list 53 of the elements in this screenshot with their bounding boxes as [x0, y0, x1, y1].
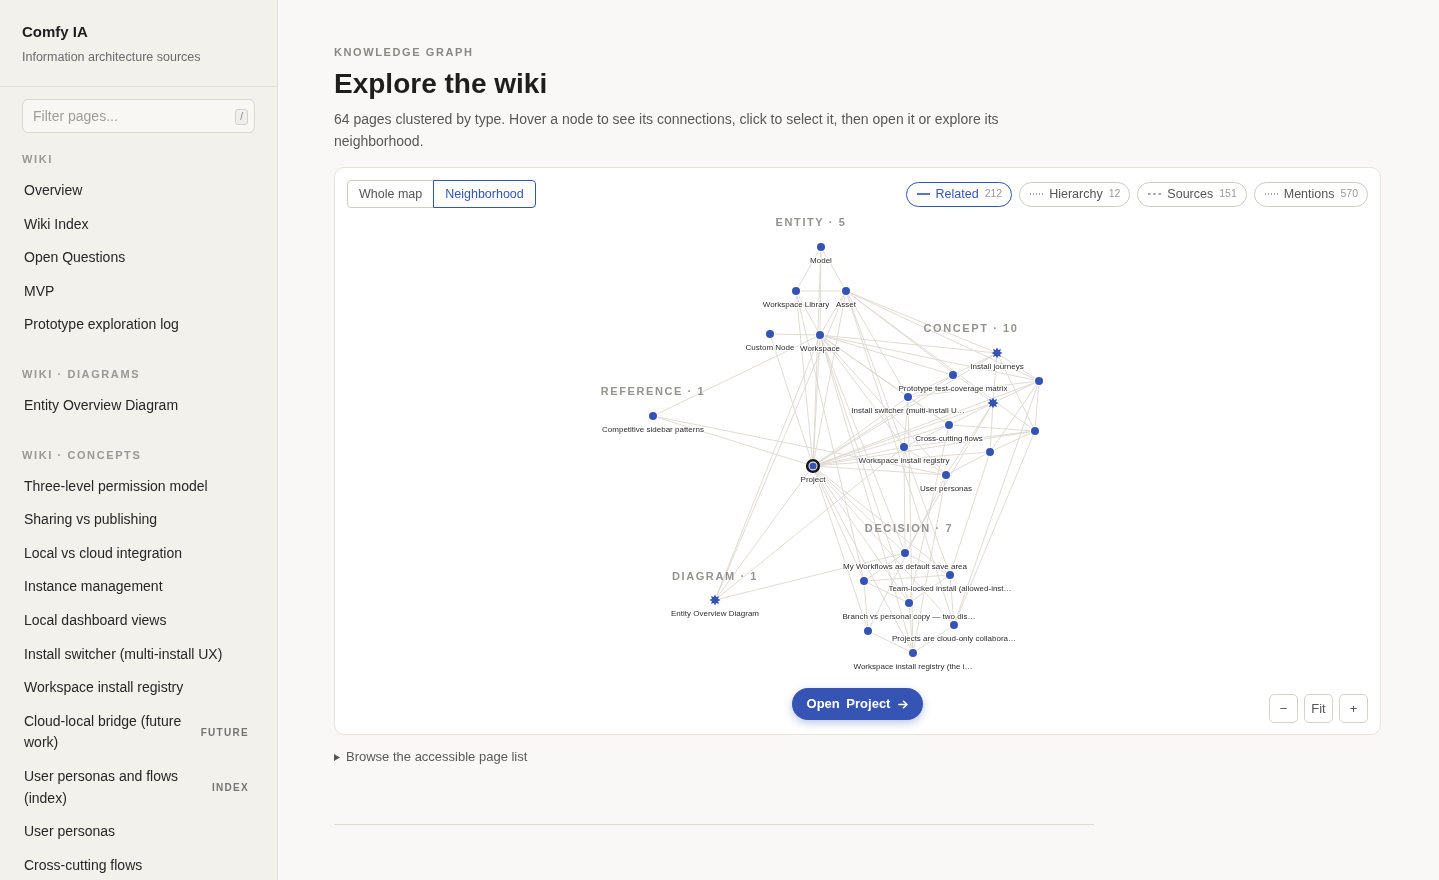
- view-mode-tab[interactable]: Neighborhood: [433, 180, 536, 208]
- page-description: 64 pages clustered by type. Hover a node to see its connections, click to select it, then open it or explore its neighborhood.: [334, 110, 1000, 151]
- edge-filter-chip[interactable]: Hierarchy 12: [1019, 181, 1131, 207]
- zoom-in-button[interactable]: +: [1339, 694, 1368, 723]
- edge-count: 12: [1108, 186, 1121, 202]
- sidebar-link[interactable]: Prototype exploration log: [22, 308, 255, 342]
- cluster-label: ENTITY · 5: [775, 216, 847, 228]
- sidebar-link[interactable]: Install switcher (multi-install UX): [22, 637, 255, 672]
- sidebar-link[interactable]: Wiki Index: [22, 207, 255, 242]
- sidebar-link[interactable]: User personas and flows (index) INDEX: [22, 759, 255, 816]
- page-title: Explore the wiki: [334, 67, 549, 101]
- sidebar-link[interactable]: Entity Overview Diagram: [22, 388, 255, 423]
- arrow-right-icon: [898, 699, 909, 709]
- sidebar-link[interactable]: Three-level permission model: [22, 469, 255, 504]
- section-heading: WIKI: [22, 152, 54, 167]
- sidebar-link[interactable]: Overview: [22, 174, 255, 208]
- node-label: Workspace install registry (the i…: [853, 661, 973, 671]
- edge-count: 151: [1219, 186, 1237, 202]
- shortcut-key: /: [235, 109, 248, 125]
- sidebar-link[interactable]: Sharing vs publishing: [22, 503, 255, 537]
- dotted-line-icon: [1264, 193, 1278, 195]
- page-list-toggle[interactable]: Browse the accessible page list: [334, 748, 528, 766]
- sidebar-link[interactable]: Cloud-local bridge (future work) FUTURE: [22, 704, 255, 760]
- edge-count: 570: [1340, 186, 1358, 202]
- fit-view-button[interactable]: Fit: [1304, 694, 1333, 723]
- section-eyebrow: KNOWLEDGE GRAPH: [334, 45, 475, 60]
- edge-filter-chip[interactable]: Mentions 570: [1253, 181, 1368, 207]
- sidebar-link[interactable]: Instance management: [22, 570, 255, 604]
- zoom-out-button[interactable]: −: [1269, 694, 1298, 723]
- sidebar-link[interactable]: Workspace install registry: [22, 671, 255, 705]
- sidebar-link[interactable]: Cross-cutting flows: [22, 848, 255, 880]
- view-mode-tab[interactable]: Whole map: [347, 180, 435, 208]
- section-heading: WIKI · CONCEPTS: [22, 447, 143, 463]
- sidebar-link[interactable]: MVP: [22, 274, 255, 309]
- graph-node[interactable]: [649, 412, 657, 420]
- app-title: Comfy IA: [22, 22, 89, 42]
- app-subtitle: Information architecture sources: [22, 49, 202, 66]
- page-tag: INDEX: [211, 776, 249, 799]
- graph-node[interactable]: [817, 243, 825, 251]
- sidebar-link[interactable]: Open Questions: [22, 241, 255, 275]
- page-tag: FUTURE: [200, 721, 249, 744]
- solid-line-icon: [916, 193, 930, 195]
- edge-count: 212: [984, 186, 1003, 202]
- edge-filter-chip[interactable]: Related 212: [905, 181, 1013, 207]
- dashed-line-icon: [1148, 193, 1162, 195]
- section-heading: WIKI · DIAGRAMS: [22, 366, 142, 382]
- dotted-line-icon: [1030, 193, 1044, 195]
- edge-filter-chip[interactable]: Sources 151: [1137, 181, 1247, 207]
- triangle-right-icon: [334, 753, 340, 761]
- open-node-button[interactable]: Open Project: [791, 688, 924, 720]
- sidebar-link[interactable]: Local vs cloud integration: [22, 536, 255, 571]
- sidebar-link[interactable]: Local dashboard views: [22, 603, 255, 638]
- sidebar-link[interactable]: User personas: [22, 815, 255, 849]
